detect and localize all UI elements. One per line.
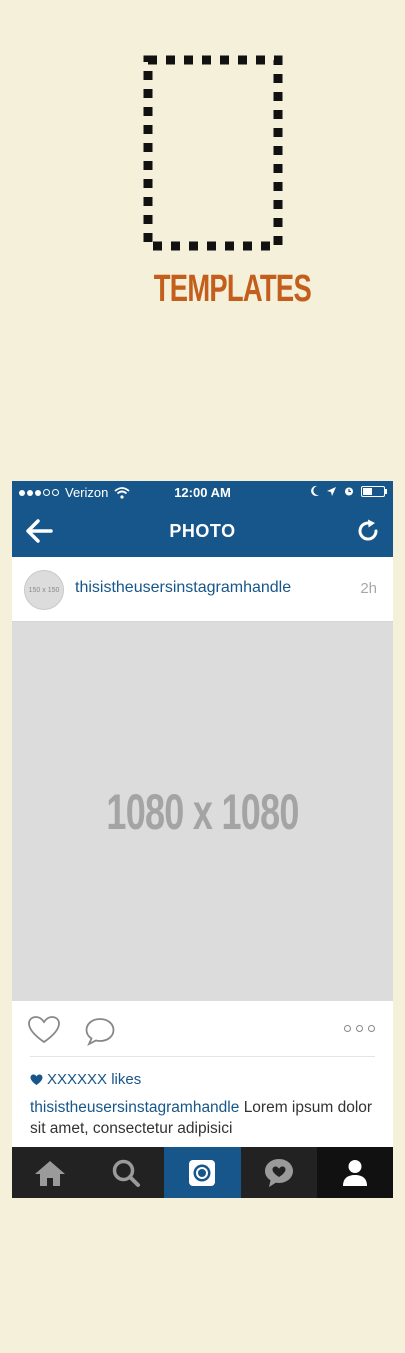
nav-bar: PHOTO: [12, 505, 393, 557]
moon-icon: [311, 485, 319, 496]
likes-count[interactable]: XXXXXX likes: [30, 1071, 141, 1088]
likes-label: XXXXXX likes: [47, 1071, 142, 1088]
post-timestamp: 2h: [360, 580, 377, 597]
tab-camera[interactable]: [164, 1147, 241, 1198]
photo-placeholder-label: 1080 x 1080: [106, 783, 299, 840]
profile-icon: [342, 1159, 367, 1186]
tab-bar: [12, 1147, 393, 1198]
status-bar: Verizon 12:00 AM: [12, 481, 393, 505]
like-heart-icon[interactable]: [27, 1015, 61, 1045]
post-username[interactable]: thisistheusersinstagramhandle: [75, 579, 291, 597]
logo-title: TEMPLATES: [153, 268, 312, 310]
refresh-icon[interactable]: [355, 518, 381, 544]
small-heart-icon: [30, 1074, 43, 1085]
tab-activity[interactable]: [241, 1147, 317, 1198]
tab-home[interactable]: [12, 1147, 88, 1198]
post-photo[interactable]: 1080 x 1080: [12, 622, 393, 1001]
post-actions: [12, 1001, 393, 1057]
more-options-icon[interactable]: [344, 1025, 375, 1032]
divider: [30, 1056, 375, 1057]
nav-title: PHOTO: [169, 521, 236, 541]
dashed-frame-icon: [143, 55, 283, 251]
tab-search[interactable]: [88, 1147, 164, 1198]
home-icon: [35, 1160, 66, 1186]
post-caption: thisistheusersinstagramhandle Lorem ipsu…: [30, 1097, 380, 1139]
avatar[interactable]: 150 x 150: [24, 570, 64, 610]
post-header: 150 x 150 thisistheusersinstagramhandle …: [12, 557, 393, 622]
alarm-icon: [345, 487, 353, 496]
search-icon: [113, 1159, 141, 1187]
activity-heart-icon: [264, 1158, 293, 1187]
battery-icon: [361, 485, 387, 497]
location-arrow-icon: [327, 486, 336, 496]
phone-screen: Verizon 12:00 AM PHOTO 150 x 150 thisist…: [12, 481, 393, 1198]
templates-logo: TEMPLATES: [130, 30, 312, 330]
comment-icon[interactable]: [84, 1016, 116, 1046]
caption-username[interactable]: thisistheusersinstagramhandle: [30, 1099, 239, 1116]
camera-icon: [189, 1159, 216, 1186]
tab-profile[interactable]: [316, 1147, 393, 1198]
